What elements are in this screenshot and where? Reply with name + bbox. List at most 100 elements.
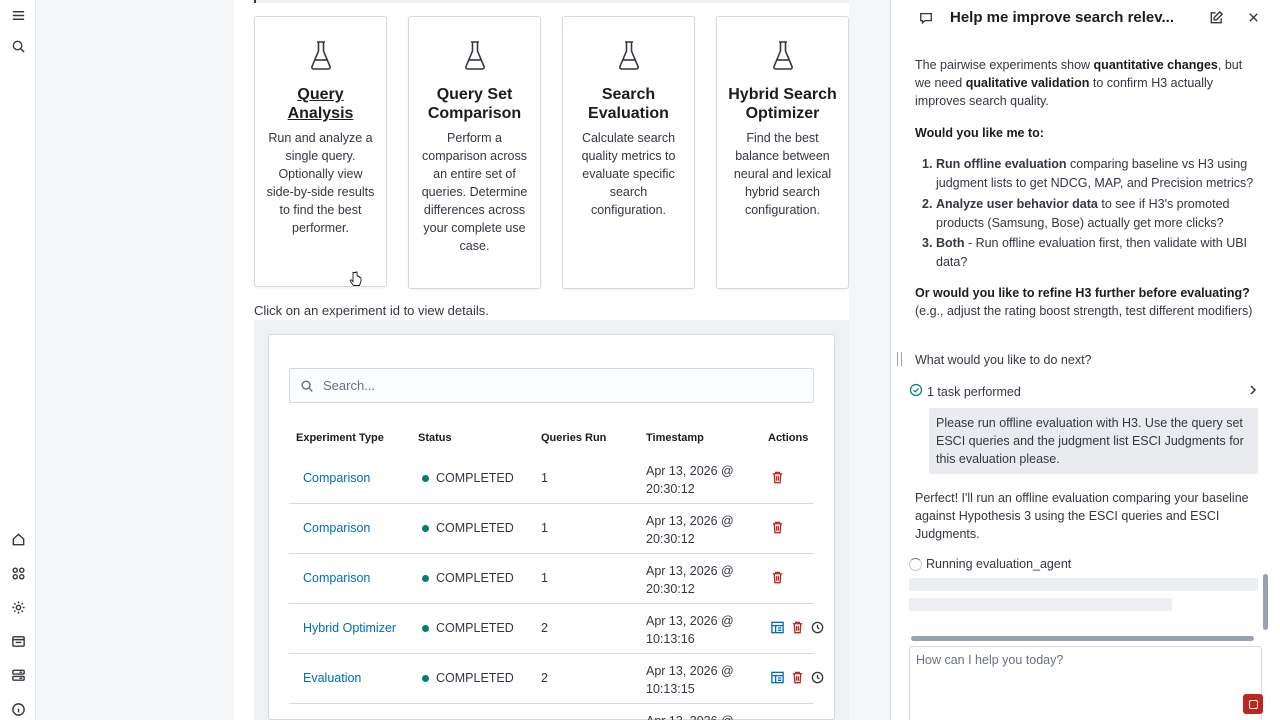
stop-icon (1248, 699, 1258, 709)
option-item: 2. Analyze user behavior data to see if H… (915, 195, 1260, 233)
horizontal-scrollbar[interactable] (911, 636, 1254, 641)
chat-header: Help me improve search relev... (891, 0, 1280, 36)
stop-button[interactable] (1243, 694, 1263, 714)
card-description: Perform a comparison across an entire se… (421, 131, 528, 253)
timestamp: Apr 13, 2026 @ 20:30:12 (646, 514, 734, 546)
visualization-icon[interactable] (770, 620, 785, 638)
experiment-type-link[interactable]: Evaluation (303, 671, 361, 685)
trash-icon[interactable] (790, 620, 805, 638)
status-badge: COMPLETED (422, 471, 514, 485)
assistant-message: The pairwise experiments show quantitati… (915, 56, 1260, 110)
mouse-pointer-icon (349, 271, 363, 290)
search-icon[interactable] (7, 35, 29, 57)
chevron-right-icon[interactable] (1247, 384, 1259, 399)
option-title: Both (936, 236, 965, 250)
option-title: Analyze user behavior data (936, 197, 1098, 211)
info-icon[interactable] (7, 698, 29, 720)
status-badge: COMPLETED (422, 571, 514, 585)
left-nav-rail (0, 0, 36, 720)
clock-icon[interactable] (810, 620, 825, 638)
flask-icon (727, 39, 838, 71)
top-strip (254, 0, 849, 3)
card-query-set-comparison[interactable]: Query Set Comparison Perform a compariso… (408, 16, 541, 289)
search-icon (301, 379, 313, 392)
close-icon[interactable] (1246, 10, 1261, 28)
status-text: COMPLETED (436, 571, 514, 585)
next-prompt: What would you like to do next? (915, 353, 1092, 367)
table-row: Comparison COMPLETED 1 Apr 13, 2026 @ 20… (289, 554, 814, 604)
row-actions (770, 470, 785, 488)
flask-icon (573, 39, 684, 71)
option-number: 2. (922, 197, 933, 211)
trash-icon[interactable] (770, 470, 785, 488)
apps-icon[interactable] (7, 562, 29, 584)
status-dot (422, 674, 429, 682)
new-chat-icon[interactable] (1209, 10, 1224, 28)
timestamp: Apr 13, 2026 @ 10:13:16 (646, 614, 734, 646)
card-title: Hybrid Search Optimizer (728, 86, 837, 122)
vertical-scrollbar[interactable] (1263, 574, 1268, 630)
queries-run: 1 (541, 571, 548, 585)
search-field[interactable] (289, 368, 814, 403)
loading-skeleton (909, 598, 1172, 611)
assistant-reply: Perfect! I'll run an offline evaluation … (915, 491, 1249, 541)
table-row: Apr 13, 2026 @ (289, 704, 814, 720)
option-number: 3. (922, 236, 933, 250)
gear-icon[interactable] (7, 596, 29, 618)
experiment-type-link[interactable]: Comparison (303, 471, 370, 485)
trash-icon[interactable] (790, 670, 805, 688)
message-bold: quantitative changes (1093, 58, 1218, 72)
experiment-type-link[interactable]: Comparison (303, 521, 370, 535)
search-input[interactable] (323, 378, 803, 393)
column-header-timestamp[interactable]: Timestamp (646, 432, 704, 444)
message-bold: qualitative validation (965, 76, 1090, 90)
queries-run: 2 (541, 621, 548, 635)
experiment-type-link[interactable]: Hybrid Optimizer (303, 621, 396, 635)
table-row: Comparison COMPLETED 1 Apr 13, 2026 @ 20… (289, 454, 814, 504)
trash-icon[interactable] (770, 570, 785, 588)
column-header-type[interactable]: Experiment Type (296, 432, 384, 444)
column-header-actions: Actions (768, 432, 809, 444)
card-hybrid-search-optimizer[interactable]: Hybrid Search Optimizer Find the best ba… (716, 16, 849, 289)
experiment-type-link[interactable]: Comparison (303, 571, 370, 585)
storage-icon[interactable] (7, 664, 29, 686)
chat-bubble-icon (919, 11, 933, 28)
column-header-runs[interactable]: Queries Run (541, 432, 606, 444)
agent-status-text: Running evaluation_agent (926, 557, 1072, 571)
status-text: COMPLETED (436, 671, 514, 685)
task-summary[interactable]: 1 task performed (909, 383, 1259, 400)
column-header-status[interactable]: Status (418, 432, 452, 444)
card-query-analysis[interactable]: Query Analysis Run and analyze a single … (254, 16, 387, 287)
task-label: 1 task performed (927, 384, 1021, 399)
card-search-evaluation[interactable]: Search Evaluation Calculate search quali… (562, 16, 695, 289)
queries-run: 1 (541, 471, 548, 485)
table-row: Evaluation COMPLETED 2 Apr 13, 2026 @ 10… (289, 654, 824, 704)
trash-icon[interactable] (770, 520, 785, 538)
menu-icon[interactable] (7, 4, 29, 26)
queries-run: 2 (541, 671, 548, 685)
loading-skeleton (909, 578, 1258, 591)
experiment-hint: Click on an experiment id to view detail… (254, 303, 489, 318)
visualization-icon[interactable] (770, 670, 785, 688)
card-title[interactable]: Query Analysis (265, 85, 376, 123)
option-number: 1. (922, 157, 933, 171)
card-description: Calculate search quality metrics to eval… (581, 131, 676, 217)
chat-flyout: Help me improve search relev... The pair… (890, 0, 1280, 720)
console-icon[interactable] (7, 630, 29, 652)
chat-input[interactable] (916, 653, 1246, 691)
option-text: - Run offline evaluation first, then val… (936, 236, 1248, 269)
status-text: COMPLETED (436, 621, 514, 635)
table-row: Hybrid Optimizer COMPLETED 2 Apr 13, 202… (289, 604, 824, 654)
clock-icon[interactable] (810, 670, 825, 688)
row-actions (770, 620, 825, 638)
chat-composer (909, 646, 1263, 720)
status-badge: COMPLETED (422, 521, 514, 535)
card-description: Run and analyze a single query. Optional… (266, 131, 375, 235)
spinner-icon (909, 557, 922, 571)
card-description: Find the best balance between neural and… (733, 131, 832, 217)
home-icon[interactable] (7, 528, 29, 550)
status-dot (422, 524, 429, 532)
message-bold: Would you like me to: (915, 126, 1044, 140)
timestamp: Apr 13, 2026 @ 10:13:15 (646, 664, 734, 696)
resize-handle[interactable] (897, 352, 902, 366)
